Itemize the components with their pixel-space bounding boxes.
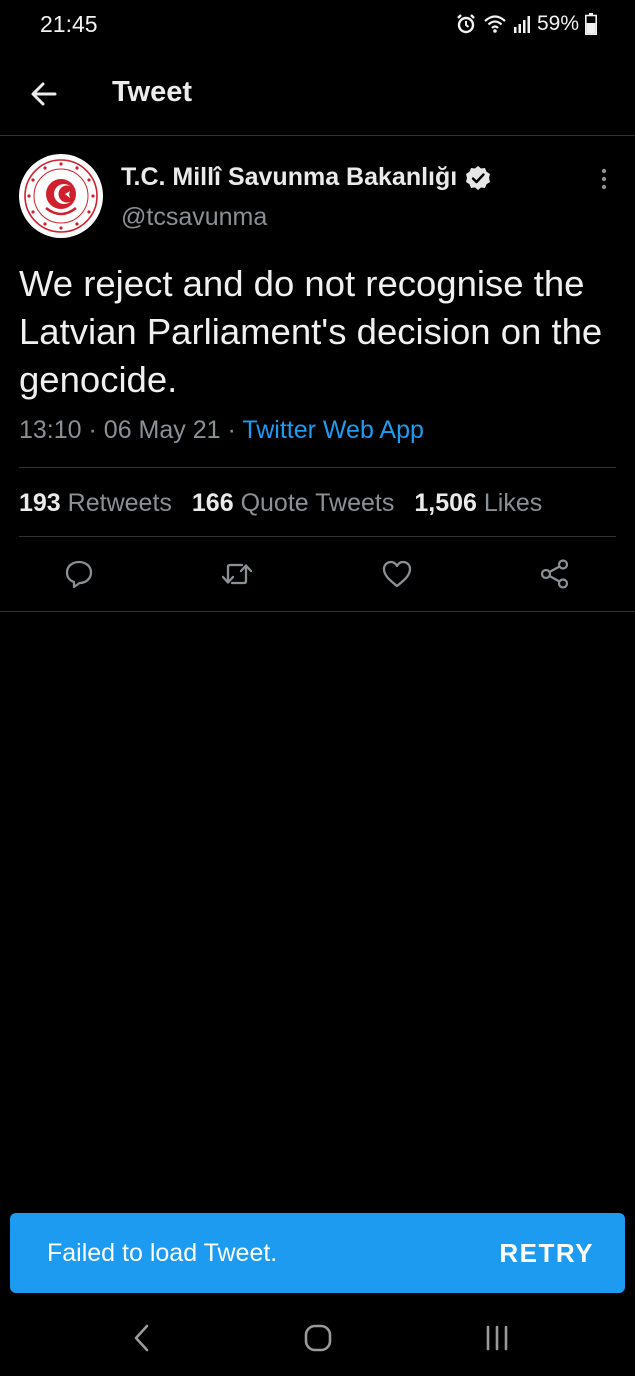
status-time: 21:45: [40, 11, 98, 37]
quotes-count: 166: [191, 489, 234, 517]
quotes-stat[interactable]: 166 Quote Tweets: [192, 489, 394, 518]
likes-count: 1,506: [414, 489, 477, 517]
more-options-button[interactable]: [592, 166, 616, 192]
quotes-label: Quote Tweets: [240, 489, 395, 517]
page-title: Tweet: [112, 76, 193, 108]
snackbar-message: Failed to load Tweet.: [47, 1239, 278, 1267]
battery-icon: [585, 13, 597, 35]
signal-icon: [513, 14, 531, 34]
share-icon: [540, 559, 569, 589]
battery-percent: 59%: [536, 12, 579, 35]
author-name-text: T.C. Millî Savunma Bakanlığı: [121, 163, 458, 191]
tweet-time: 13:10: [19, 416, 82, 444]
chevron-left-icon: [134, 1324, 149, 1352]
likes-stat[interactable]: 1,506 Likes: [414, 489, 542, 518]
retweet-icon: [221, 563, 253, 585]
home-icon: [304, 1324, 332, 1352]
status-bar: 21:45 59%: [0, 0, 635, 52]
like-icon: [382, 560, 412, 588]
verified-badge-icon: [466, 165, 491, 190]
recents-icon: [486, 1325, 508, 1351]
error-snackbar: Failed to load Tweet. RETRY: [10, 1213, 625, 1293]
retweet-button[interactable]: [220, 557, 254, 591]
tweet-detail: T.C. Millî Savunma Bakanlığı @tcsavunma …: [0, 136, 635, 612]
author-handle[interactable]: @tcsavunma: [121, 203, 267, 232]
retweets-count: 193: [19, 489, 61, 517]
retweets-stat[interactable]: 193 Retweets: [19, 489, 172, 518]
nav-back-button[interactable]: [122, 1320, 162, 1356]
screen: 21:45 59% Tweet T.C. Millî Savunma Bakan…: [0, 0, 635, 1376]
ministry-seal-logo: [20, 155, 102, 237]
tweet-source-link[interactable]: Twitter Web App: [242, 416, 424, 444]
meta-separator: ·: [88, 416, 97, 444]
wifi-icon: [483, 14, 507, 34]
tweet-meta: 13:10 · 06 May 21 · Twitter Web App: [19, 416, 424, 445]
nav-home-button[interactable]: [298, 1320, 338, 1356]
back-button[interactable]: [22, 72, 66, 116]
alarm-icon: [455, 13, 477, 35]
reply-icon: [65, 560, 93, 589]
like-button[interactable]: [380, 557, 414, 591]
reply-button[interactable]: [62, 557, 96, 591]
share-button[interactable]: [538, 557, 572, 591]
divider: [19, 467, 616, 468]
avatar[interactable]: [19, 154, 103, 238]
author-name[interactable]: T.C. Millî Savunma Bakanlığı: [121, 163, 491, 192]
tweet-date: 06 May 21: [103, 416, 221, 444]
more-vertical-icon: [601, 168, 607, 190]
tweet-stats: 193 Retweets 166 Quote Tweets 1,506 Like…: [19, 489, 542, 518]
retry-button[interactable]: RETRY: [499, 1238, 594, 1269]
nav-recents-button[interactable]: [477, 1320, 517, 1356]
meta-separator: ·: [227, 416, 236, 444]
app-header: Tweet: [0, 52, 635, 136]
system-nav-bar: [0, 1300, 635, 1376]
back-arrow-icon: [31, 82, 57, 106]
tweet-actions: [0, 537, 635, 612]
likes-label: Likes: [483, 489, 543, 517]
tweet-text: We reject and do not recognise the Latvi…: [19, 263, 603, 400]
retweets-label: Retweets: [67, 489, 172, 517]
status-icons: 59%: [455, 12, 597, 36]
